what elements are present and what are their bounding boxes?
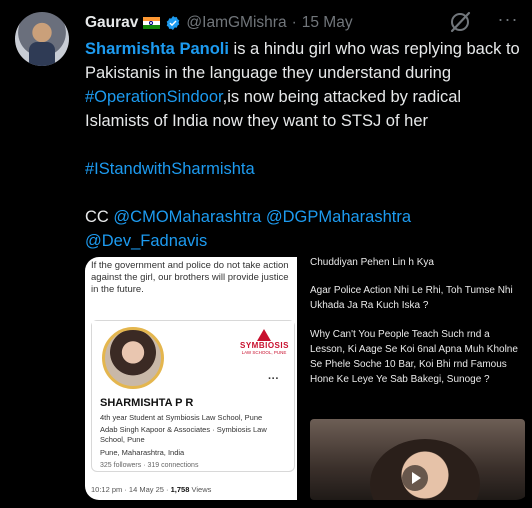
hashtag-link[interactable]: #IStandwithSharmishta (85, 160, 255, 178)
profile-card: SYMBIOSIS LAW SCHOOL, PUNE ··· SHARMISHT… (91, 320, 295, 472)
tweet-media[interactable]: If the government and police do not take… (85, 257, 530, 500)
warning-text: If the government and police do not take… (91, 260, 289, 295)
profile-org: Adab Singh Kapoor & Associates · Symbios… (100, 425, 267, 444)
author-name[interactable]: Gaurav (85, 14, 138, 32)
play-icon[interactable] (402, 465, 428, 491)
profile-name: SHARMISHTA P R (100, 397, 194, 409)
screenshot-image-right[interactable]: Chuddiyan Pehen Lin h Kya Agar Police Ac… (304, 257, 530, 500)
hashtag-link[interactable]: #OperationSindoor (85, 88, 223, 106)
author-avatar[interactable] (15, 12, 69, 66)
profile-location: Pune, Maharashtra, India (100, 448, 185, 457)
mention-link[interactable]: @CMOMaharashtra (113, 208, 261, 226)
mention-link[interactable]: Sharmishta Panoli (85, 40, 229, 58)
logo-name: SYMBIOSIS (240, 341, 289, 350)
post-views: 1,758 (170, 485, 190, 494)
separator-dot: · (291, 14, 297, 31)
tweet-header: Gaurav @IamGMishra · 15 May (85, 12, 353, 34)
post-meta: 10:12 pm · 14 May 25 · 1,758 Views (91, 485, 211, 494)
video-thumbnail[interactable] (310, 419, 525, 500)
comment-line-1: Chuddiyan Pehen Lin h Kya (310, 257, 434, 268)
author-handle[interactable]: @IamGMishra (186, 14, 286, 32)
grok-icon[interactable] (448, 8, 474, 34)
more-icon[interactable]: ··· (494, 8, 522, 34)
comment-line-2: Agar Police Action Nhi Le Rhi, Toh Tumse… (310, 285, 513, 311)
comment-line-3: Why Can't You People Teach Such rnd a Le… (310, 329, 518, 385)
profile-more-icon: ··· (268, 373, 279, 385)
mention-link[interactable]: @DGPMaharashtra (266, 208, 411, 226)
post-time: 10:12 pm · 14 May 25 · (91, 485, 171, 494)
india-flag-icon (143, 17, 161, 29)
tweet-text: Sharmishta Panoli is a hindu girl who wa… (85, 37, 525, 253)
symbiosis-logo: SYMBIOSIS LAW SCHOOL, PUNE (240, 329, 288, 355)
profile-stats: 325 followers · 319 connections (100, 462, 199, 469)
mention-link[interactable]: @Dev_Fadnavis (85, 232, 207, 250)
tweet-date[interactable]: 15 May (302, 14, 353, 32)
screenshot-image-left[interactable]: If the government and police do not take… (85, 257, 297, 500)
verified-badge-icon (167, 16, 180, 30)
logo-sub: LAW SCHOOL, PUNE (241, 350, 287, 355)
profile-headline: 4th year Student at Symbiosis Law School… (100, 413, 263, 422)
cc-label: CC (85, 208, 114, 226)
profile-avatar (102, 327, 164, 389)
post-views-label: Views (189, 485, 212, 494)
